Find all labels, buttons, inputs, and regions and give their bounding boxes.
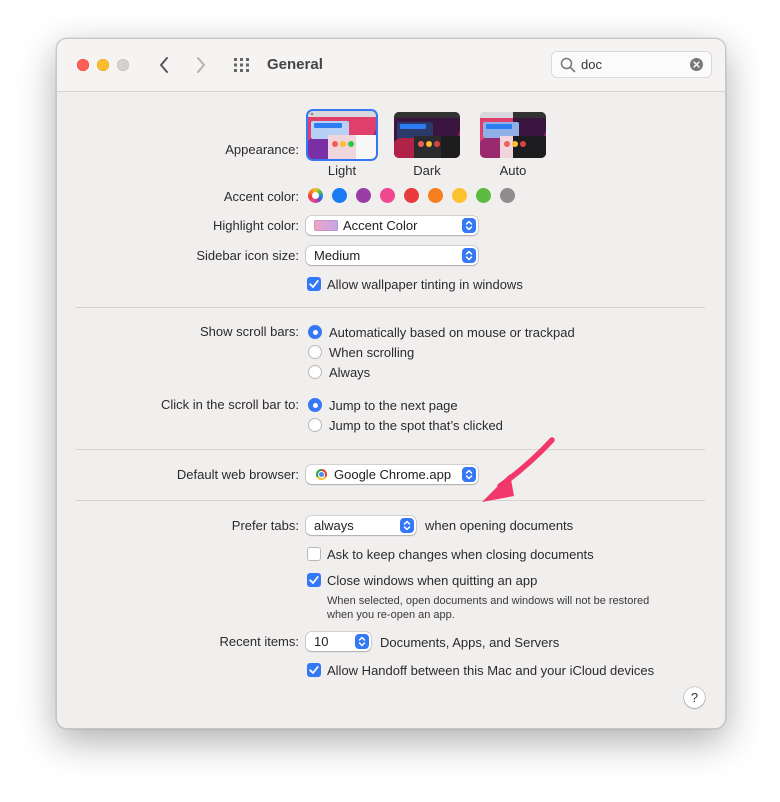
scroll-bars-automatic-radio[interactable] [308,325,322,339]
accent-orange-swatch[interactable] [428,188,443,203]
handoff-checkbox[interactable] [307,663,321,677]
wallpaper-tinting-label: Allow wallpaper tinting in windows [327,277,523,292]
accent-green-swatch[interactable] [476,188,491,203]
jump-to-spot-radio[interactable] [308,418,322,432]
ask-keep-changes-checkbox[interactable] [307,547,321,561]
highlight-color-value: Accent Color [343,218,418,233]
accent-blue-swatch[interactable] [332,188,347,203]
jump-next-page-label: Jump to the next page [329,398,458,413]
default-browser-label: Default web browser: [176,467,299,482]
grid-view-icon[interactable] [233,57,251,73]
close-windows-note-line2: when you re-open an app. [327,609,455,621]
close-windows-checkbox[interactable] [307,573,321,587]
recent-items-value: 10 [314,634,329,649]
accent-multicolor-swatch[interactable] [308,188,323,203]
title-bar: General doc [57,39,725,92]
minimize-window-button[interactable] [97,59,109,71]
checkmark-icon [309,576,319,584]
prefer-tabs-popup[interactable]: always [306,516,416,535]
prefer-tabs-value: always [314,518,354,533]
zoom-window-button[interactable] [117,59,129,71]
search-input[interactable]: doc [581,57,602,72]
search-field[interactable]: doc [551,51,712,78]
scroll-bars-always-label: Always [329,365,371,380]
clear-search-icon[interactable] [690,58,703,71]
scroll-bars-automatic-label: Automatically based on mouse or trackpad [329,325,575,340]
jump-next-page-radio[interactable] [308,398,322,412]
popup-arrows-icon [400,518,414,533]
accent-color-label: Accent color: [223,189,299,204]
section-divider [76,307,705,308]
accent-pink-swatch[interactable] [380,188,395,203]
appearance-auto-option[interactable] [480,112,546,158]
accent-purple-swatch[interactable] [356,188,371,203]
appearance-auto-label: Auto [499,163,527,178]
appearance-dark-label: Dark [413,163,441,178]
jump-to-spot-label: Jump to the spot that’s clicked [329,418,503,433]
recent-items-label: Recent items: [219,634,299,649]
prefer-tabs-label: Prefer tabs: [231,518,299,533]
highlight-color-label: Highlight color: [213,218,299,233]
wallpaper-tinting-checkbox[interactable] [307,277,321,291]
scroll-bars-when-scrolling-radio[interactable] [308,345,322,359]
section-divider [76,449,705,450]
close-window-button[interactable] [77,59,89,71]
search-icon [560,57,576,73]
light-appearance-thumbnail [308,111,376,159]
default-browser-popup[interactable]: Google Chrome.app [306,465,478,484]
checkmark-icon [309,280,319,288]
chrome-logo-icon [316,469,327,480]
scroll-bars-when-scrolling-label: When scrolling [329,345,415,360]
help-icon: ? [690,690,699,705]
show-scroll-bars-label: Show scroll bars: [200,324,299,339]
window-title: General [267,56,323,73]
accent-red-swatch[interactable] [404,188,419,203]
scroll-bars-always-radio[interactable] [308,365,322,379]
auto-appearance-thumbnail [480,112,546,158]
highlight-color-preview [314,220,338,231]
accent-graphite-swatch[interactable] [500,188,515,203]
checkmark-icon [309,666,319,674]
appearance-label: Appearance: [225,142,299,157]
recent-items-suffix: Documents, Apps, and Servers [380,635,560,650]
ask-keep-changes-label: Ask to keep changes when closing documen… [327,547,594,562]
appearance-light-label: Light [327,163,357,178]
back-arrow-icon[interactable] [157,55,171,75]
forward-arrow-icon[interactable] [194,55,208,75]
annotation-arrow-icon [482,437,555,502]
dark-appearance-thumbnail [394,112,460,158]
help-button[interactable]: ? [684,687,705,708]
default-browser-value: Google Chrome.app [334,467,452,482]
sidebar-icon-size-value: Medium [314,248,361,263]
handoff-label: Allow Handoff between this Mac and your … [327,663,655,678]
popup-arrows-icon [462,248,476,263]
sidebar-icon-size-popup[interactable]: Medium [306,246,478,265]
section-divider [76,500,705,501]
recent-items-popup[interactable]: 10 [306,632,371,651]
sidebar-icon-size-label: Sidebar icon size: [196,248,299,263]
appearance-dark-option[interactable] [394,112,460,158]
prefer-tabs-suffix: when opening documents [425,518,574,533]
click-scroll-bar-label: Click in the scroll bar to: [161,397,299,412]
popup-arrows-icon [462,218,476,233]
close-windows-label: Close windows when quitting an app [327,573,538,588]
close-windows-note-line1: When selected, open documents and window… [327,595,650,607]
preferences-window: General doc Appearance: Light Dark Auto … [56,38,726,729]
accent-yellow-swatch[interactable] [452,188,467,203]
highlight-color-popup[interactable]: Accent Color [306,216,478,235]
popup-arrows-icon [355,634,369,649]
appearance-light-option[interactable] [308,111,376,159]
